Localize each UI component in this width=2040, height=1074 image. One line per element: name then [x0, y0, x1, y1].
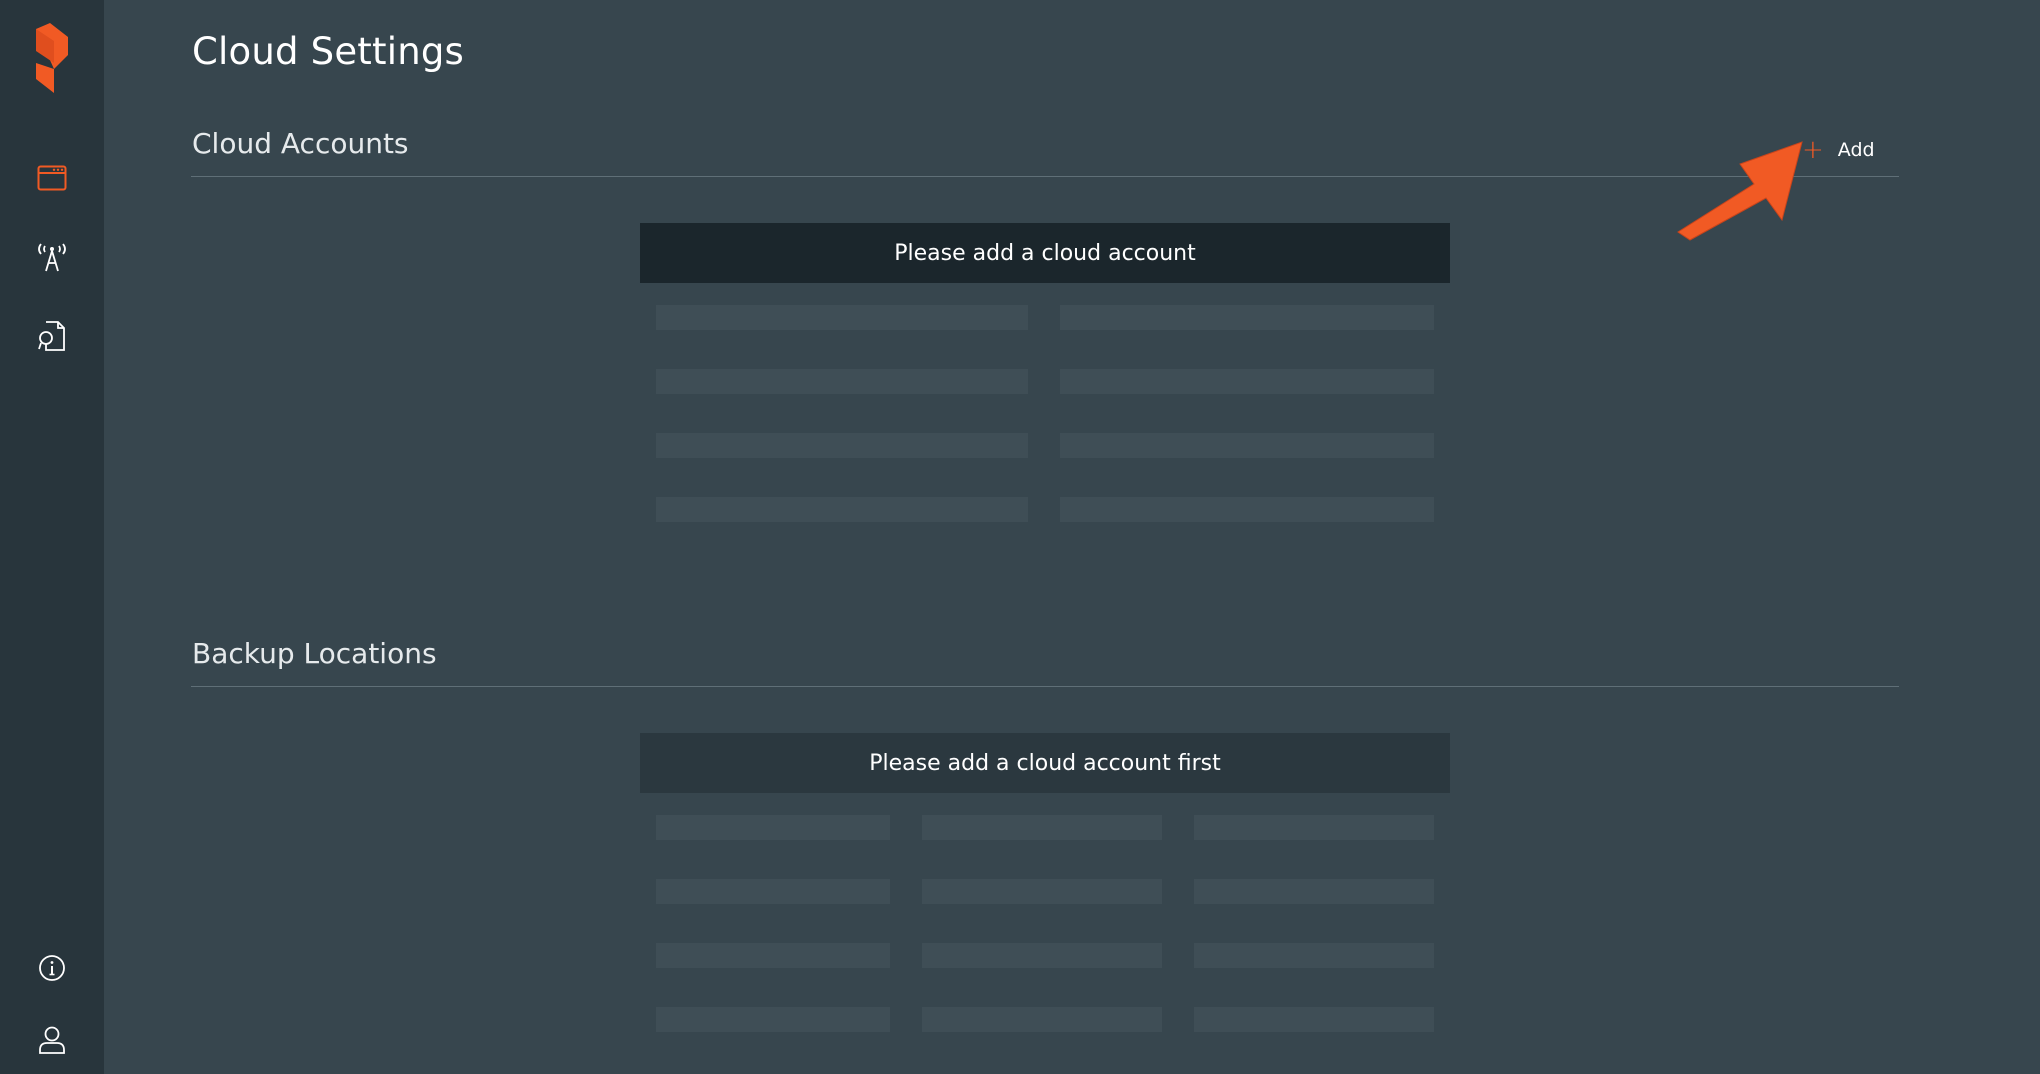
- placeholder-row: [656, 815, 890, 840]
- info-icon[interactable]: [0, 948, 104, 988]
- backup-document-icon[interactable]: [0, 314, 104, 358]
- placeholder-row: [1194, 943, 1434, 968]
- placeholder-row: [1060, 497, 1434, 522]
- section-divider: [191, 176, 1899, 177]
- add-cloud-account-button[interactable]: + Add: [1802, 134, 1875, 166]
- placeholder-row: [656, 1007, 890, 1032]
- placeholder-row: [1194, 879, 1434, 904]
- placeholder-row: [1060, 369, 1434, 394]
- cloud-accounts-title: Cloud Accounts: [192, 127, 409, 160]
- cloud-accounts-empty-message: Please add a cloud account: [640, 223, 1450, 283]
- placeholder-row: [922, 943, 1162, 968]
- add-button-label: Add: [1837, 139, 1875, 161]
- placeholder-row: [922, 815, 1162, 840]
- placeholder-row: [656, 369, 1028, 394]
- backup-locations-title: Backup Locations: [192, 637, 437, 670]
- placeholder-row: [1060, 305, 1434, 330]
- placeholder-row: [922, 1007, 1162, 1032]
- callout-arrow-icon: [1677, 141, 1803, 241]
- antenna-icon[interactable]: [0, 234, 104, 278]
- page-title: Cloud Settings: [192, 30, 465, 73]
- sidebar: [0, 0, 104, 1074]
- portworx-logo-icon[interactable]: [0, 18, 104, 98]
- placeholder-row: [656, 305, 1028, 330]
- user-icon[interactable]: [0, 1020, 104, 1060]
- placeholder-row: [656, 433, 1028, 458]
- placeholder-row: [656, 497, 1028, 522]
- placeholder-row: [922, 879, 1162, 904]
- backup-locations-empty-message: Please add a cloud account first: [640, 733, 1450, 793]
- placeholder-row: [1194, 815, 1434, 840]
- placeholder-row: [1060, 433, 1434, 458]
- clusters-icon[interactable]: [0, 156, 104, 200]
- plus-icon: +: [1802, 135, 1824, 165]
- section-divider: [191, 686, 1899, 687]
- main-content: Cloud Settings Cloud Accounts + Add Plea…: [104, 0, 2040, 1074]
- placeholder-row: [656, 879, 890, 904]
- placeholder-row: [1194, 1007, 1434, 1032]
- placeholder-row: [656, 943, 890, 968]
